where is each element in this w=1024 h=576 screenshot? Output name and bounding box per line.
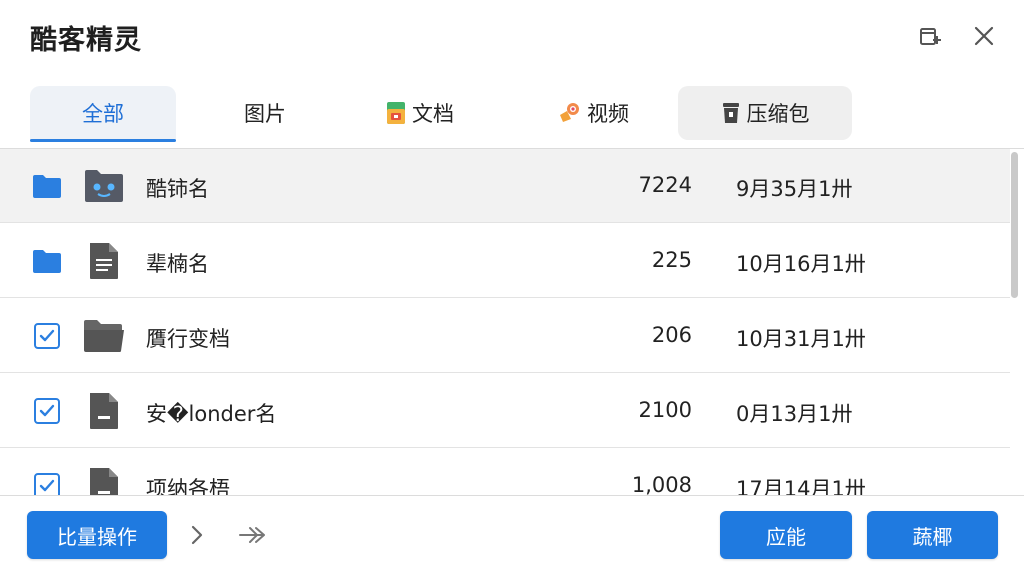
file-size: 225 bbox=[651, 248, 692, 272]
double-arrow-right-icon bbox=[239, 527, 265, 543]
file-date: 10月16月1卅 bbox=[736, 252, 866, 276]
folder-icon bbox=[32, 247, 62, 275]
file-date: 9月35月1卅 bbox=[736, 177, 853, 201]
file-icon bbox=[82, 390, 126, 432]
tab-archives-label: 压缩包 bbox=[746, 102, 810, 126]
row-checkbox[interactable] bbox=[32, 322, 62, 350]
video-icon bbox=[557, 101, 581, 125]
close-button[interactable] bbox=[970, 22, 998, 50]
batch-operation-button[interactable]: 比量操作 bbox=[27, 511, 167, 559]
row-checkbox[interactable] bbox=[32, 397, 62, 425]
file-size: 1,008 bbox=[631, 473, 692, 495]
check-icon bbox=[39, 479, 55, 492]
file-list: 酷铈名 7224 9月35月1卅 辈楠名 225 10月16月1卅 贋行变档 2… bbox=[0, 149, 1010, 495]
file-name: 酷铈名 bbox=[146, 177, 209, 201]
forward-button[interactable] bbox=[238, 520, 268, 550]
file-row[interactable]: 贋行变档 206 10月31月1卅 bbox=[0, 299, 1010, 373]
file-name: 项纳各梧 bbox=[146, 477, 230, 495]
document-icon bbox=[82, 240, 126, 282]
document-icon bbox=[386, 101, 406, 125]
robot-face-icon bbox=[82, 165, 126, 207]
file-size: 7224 bbox=[638, 173, 692, 197]
row-checkbox[interactable] bbox=[32, 472, 62, 495]
tab-all-label: 全部 bbox=[82, 102, 124, 126]
next-button[interactable] bbox=[182, 520, 212, 550]
file-row[interactable]: 酷铈名 7224 9月35月1卅 bbox=[0, 149, 1010, 223]
file-size: 206 bbox=[651, 323, 692, 347]
tab-all[interactable]: 全部 bbox=[30, 86, 176, 142]
file-date: 10月31月1卅 bbox=[736, 327, 866, 351]
tab-videos[interactable]: 视频 bbox=[528, 86, 658, 140]
file-row[interactable]: 项纳各梧 1,008 17月14月1卅 bbox=[0, 449, 1010, 495]
archive-icon bbox=[721, 101, 741, 125]
footer-divider bbox=[0, 495, 1024, 496]
tab-documents[interactable]: 文档 bbox=[360, 86, 480, 140]
file-name: 安�londer名 bbox=[146, 402, 277, 426]
tab-images-label: 图片 bbox=[244, 102, 286, 126]
file-name: 贋行变档 bbox=[146, 327, 230, 351]
tab-videos-label: 视频 bbox=[587, 102, 629, 126]
tab-archives[interactable]: 压缩包 bbox=[678, 86, 852, 140]
file-name: 辈楠名 bbox=[146, 252, 209, 276]
chevron-right-icon bbox=[191, 525, 203, 545]
close-icon bbox=[974, 26, 994, 46]
window-pin-icon bbox=[920, 28, 941, 45]
check-icon bbox=[39, 404, 55, 417]
window-pin-button[interactable] bbox=[916, 22, 944, 50]
file-icon bbox=[82, 465, 126, 495]
app-title: 酷客精灵 bbox=[30, 25, 142, 56]
list-scrollbar[interactable] bbox=[1011, 152, 1018, 298]
tab-images[interactable]: 图片 bbox=[210, 86, 320, 140]
tab-documents-label: 文档 bbox=[412, 102, 454, 126]
category-tabs: 全部 图片 文档 视频 压缩包 bbox=[30, 86, 860, 142]
folder-icon bbox=[32, 172, 62, 200]
file-row[interactable]: 安�londer名 2100 0月13月1卅 bbox=[0, 374, 1010, 448]
folder-open-icon bbox=[82, 315, 126, 357]
apply-button[interactable]: 应能 bbox=[720, 511, 852, 559]
file-date: 0月13月1卅 bbox=[736, 402, 853, 426]
confirm-button[interactable]: 蔬椰 bbox=[867, 511, 998, 559]
check-icon bbox=[39, 329, 55, 342]
file-size: 2100 bbox=[638, 398, 692, 422]
file-row[interactable]: 辈楠名 225 10月16月1卅 bbox=[0, 224, 1010, 298]
file-date: 17月14月1卅 bbox=[736, 477, 866, 495]
